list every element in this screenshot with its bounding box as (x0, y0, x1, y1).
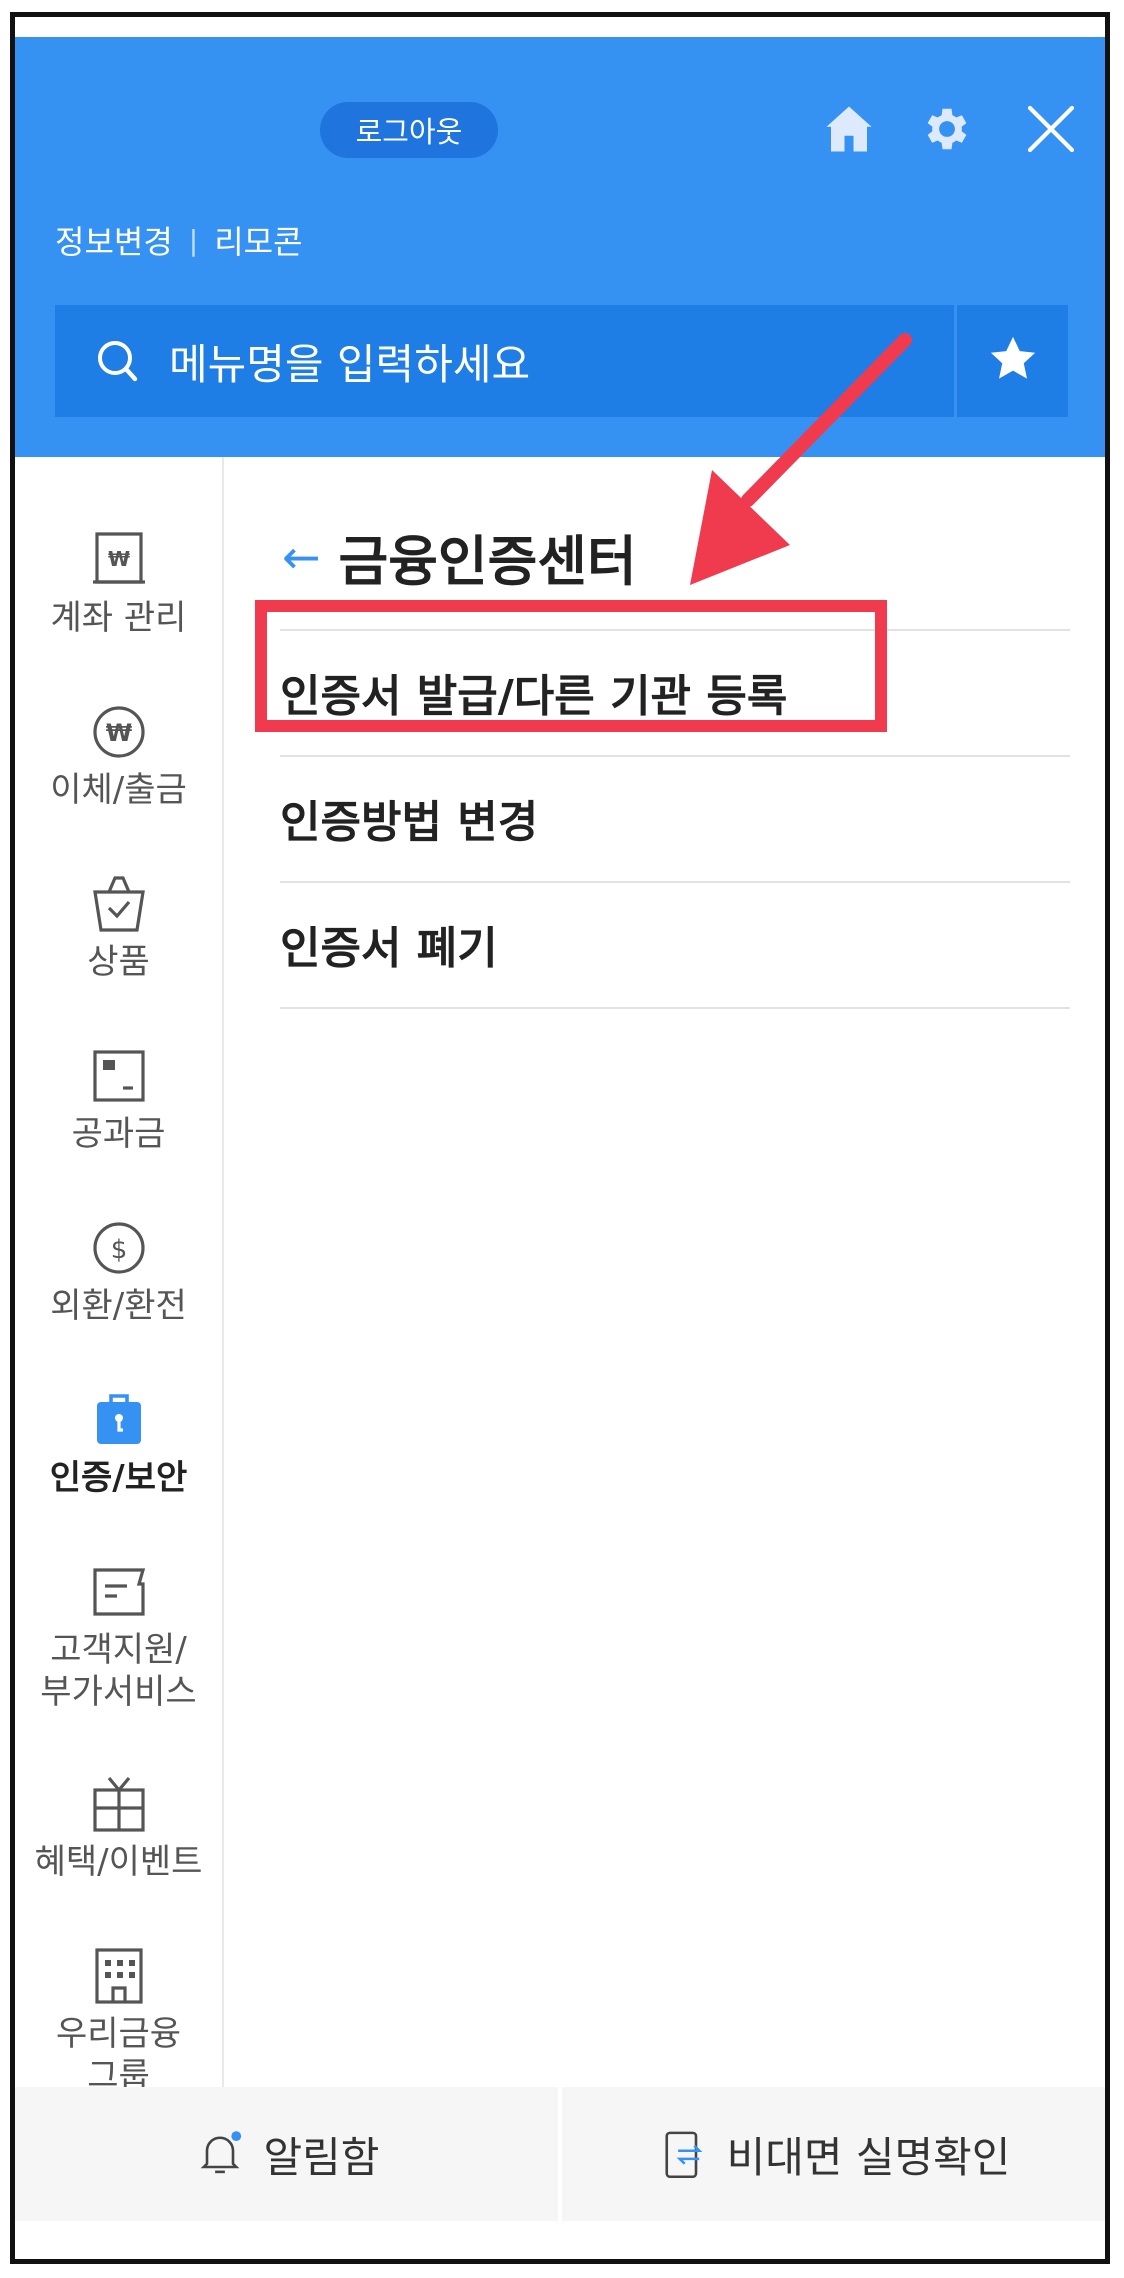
highlight-box (255, 600, 887, 732)
search-placeholder: 메뉴명을 입력하세요 (169, 339, 531, 389)
sidebar-item-transfer[interactable]: ₩ 이체/출금 (15, 697, 222, 811)
sidebar-item-group[interactable]: 우리금융 그룹 (15, 1941, 222, 2097)
lock-icon (84, 1385, 154, 1455)
divider (280, 1007, 1070, 1009)
favorites-button[interactable] (957, 305, 1068, 417)
bottom-bar: 알림함 비대면 실명확인 (15, 2087, 1105, 2221)
sidebar-item-label: 상품 (87, 942, 150, 982)
notifications-label: 알림함 (263, 2132, 380, 2182)
sidebar-item-products[interactable]: 상품 (15, 869, 222, 983)
search-icon (93, 335, 145, 387)
sidebar-item-label: 우리금융 그룹 (55, 2014, 182, 2096)
won-coin-icon: ₩ (84, 697, 154, 767)
gear-icon[interactable] (913, 97, 977, 161)
sidebar-item-support[interactable]: 고객지원/ 부가서비스 (15, 1557, 222, 1713)
sidebar-item-account[interactable]: ₩ 계좌 관리 (15, 525, 222, 639)
app-frame: 로그아웃 정보변경 | 리모콘 메뉴명을 입력하세요 ₩ 계좌 관리 ₩ 이체/… (10, 12, 1110, 2264)
identity-verification-label: 비대면 실명확인 (726, 2132, 1011, 2182)
sidebar-item-benefits[interactable]: 혜택/이벤트 (15, 1769, 222, 1883)
menu-item-label: 인증서 폐기 (280, 923, 498, 974)
sidebar-item-label: 공과금 (71, 1114, 166, 1154)
logout-button[interactable]: 로그아웃 (320, 102, 498, 158)
sidebar-item-security[interactable]: 인증/보안 (15, 1385, 222, 1499)
close-icon[interactable] (1019, 97, 1083, 161)
edit-info-link[interactable]: 정보변경 (55, 217, 173, 263)
building-icon (84, 1941, 154, 2011)
identity-verification-button[interactable]: 비대면 실명확인 (558, 2087, 1105, 2221)
sidebar: ₩ 계좌 관리 ₩ 이체/출금 상품 공과금 $ 외환/환전 인증/보안 고객지… (15, 457, 224, 2096)
svg-text:₩: ₩ (107, 547, 129, 571)
notifications-button[interactable]: 알림함 (15, 2087, 558, 2221)
menu-item-change-method[interactable]: 인증방법 변경 (280, 755, 1070, 879)
bill-icon (84, 1041, 154, 1111)
sidebar-item-utility[interactable]: 공과금 (15, 1041, 222, 1155)
sidebar-item-label: 고객지원/ 부가서비스 (40, 1630, 197, 1712)
sidebar-item-label: 이체/출금 (50, 770, 187, 810)
back-arrow-icon[interactable]: ← (282, 530, 321, 584)
svg-text:₩: ₩ (105, 719, 132, 747)
sidebar-item-label: 혜택/이벤트 (34, 1842, 203, 1882)
page-title: 금융인증센터 (338, 530, 637, 593)
phone-transfer-icon (657, 2128, 709, 2180)
bell-icon (194, 2128, 246, 2180)
svg-text:$: $ (110, 1235, 127, 1265)
header-links: 정보변경 | 리모콘 (55, 217, 303, 263)
sidebar-item-exchange[interactable]: $ 외환/환전 (15, 1213, 222, 1327)
remocon-link[interactable]: 리모콘 (214, 217, 302, 263)
sidebar-item-label: 외환/환전 (50, 1286, 187, 1326)
gift-icon (84, 1769, 154, 1839)
memo-icon (84, 1557, 154, 1627)
sidebar-item-label: 계좌 관리 (50, 598, 187, 638)
menu-item-revoke-certificate[interactable]: 인증서 폐기 (280, 881, 1070, 1005)
link-separator: | (188, 223, 199, 257)
home-icon[interactable] (817, 97, 881, 161)
shopping-bag-icon (84, 869, 154, 939)
search-input[interactable]: 메뉴명을 입력하세요 (55, 305, 954, 417)
menu-item-label: 인증방법 변경 (280, 797, 539, 848)
star-icon (985, 331, 1041, 391)
page-heading: ← 금융인증센터 (282, 517, 637, 596)
won-book-icon: ₩ (84, 525, 154, 595)
sidebar-item-label: 인증/보안 (49, 1458, 188, 1498)
header: 로그아웃 정보변경 | 리모콘 메뉴명을 입력하세요 (15, 37, 1105, 457)
dollar-coin-icon: $ (84, 1213, 154, 1283)
